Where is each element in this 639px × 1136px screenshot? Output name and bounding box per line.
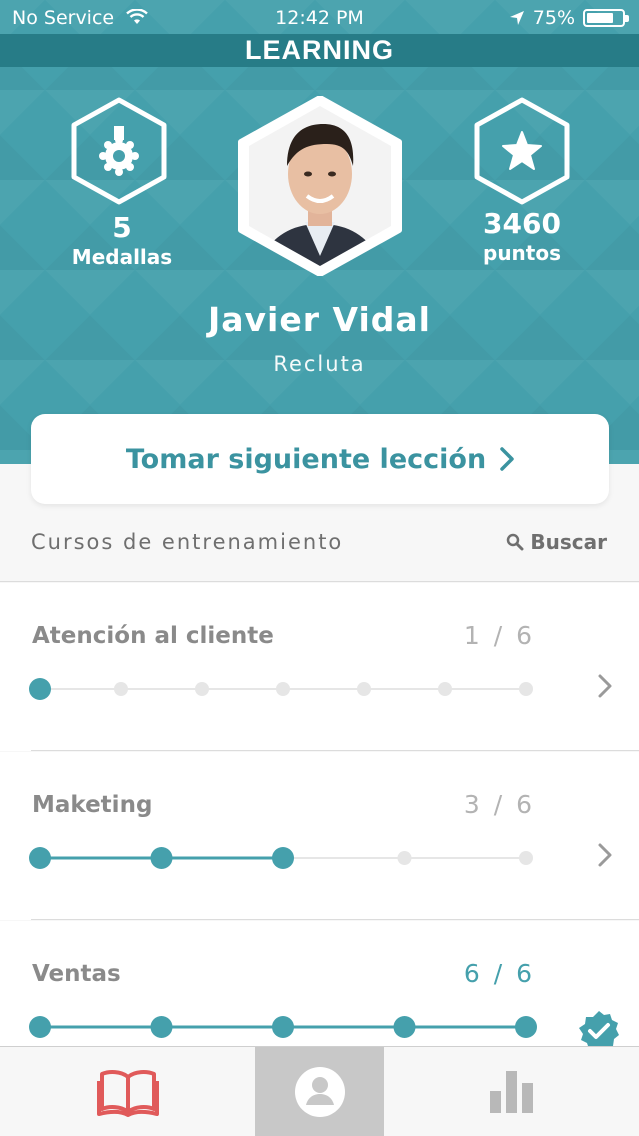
step-dot-complete bbox=[272, 1016, 294, 1038]
user-name: Javier Vidal bbox=[208, 300, 431, 339]
course-progress-track bbox=[29, 1016, 537, 1038]
battery-percent: 75% bbox=[532, 7, 575, 29]
status-bar: No Service 12:42 PM 75% bbox=[0, 0, 639, 36]
search-label: Buscar bbox=[530, 530, 607, 554]
points-count: 3460 bbox=[483, 207, 561, 240]
step-dot-complete bbox=[150, 1016, 173, 1038]
next-lesson-label: Tomar siguiente lección bbox=[125, 443, 487, 475]
step-dot-complete bbox=[150, 847, 173, 869]
medals-label: Medallas bbox=[71, 245, 173, 269]
course-title: Ventas bbox=[32, 961, 121, 987]
step-dot-complete bbox=[272, 847, 294, 869]
divider bbox=[31, 919, 639, 920]
points-label: puntos bbox=[483, 241, 561, 265]
step-dot-complete bbox=[29, 1016, 51, 1038]
step-dot-pending bbox=[276, 682, 290, 696]
points-stat: 3460 puntos bbox=[452, 208, 592, 266]
course-progress-text: 3 / 6 bbox=[463, 790, 535, 819]
course-title: Atención al cliente bbox=[32, 623, 274, 649]
divider bbox=[31, 750, 639, 751]
course-progress-text: 1 / 6 bbox=[463, 621, 535, 650]
step-dot-complete bbox=[515, 1016, 537, 1038]
step-dot-pending bbox=[195, 682, 209, 696]
location-arrow-icon bbox=[509, 11, 524, 25]
courses-header: Cursos de entrenamiento Buscar bbox=[0, 520, 639, 582]
battery-status: 75% bbox=[509, 7, 629, 29]
medals-stat: 5 Medallas bbox=[52, 212, 192, 270]
chevron-right-icon bbox=[598, 674, 612, 698]
profile-header: No Service 12:42 PM 75% LEARNING 5 Medal… bbox=[0, 0, 639, 464]
next-lesson-button[interactable]: Tomar siguiente lección bbox=[31, 414, 609, 504]
course-progress-track bbox=[29, 847, 533, 869]
avatar[interactable] bbox=[237, 96, 403, 276]
course-progress-track bbox=[29, 678, 533, 700]
step-dot-pending bbox=[357, 682, 371, 696]
step-dot-pending bbox=[438, 682, 452, 696]
profile-icon bbox=[294, 1067, 345, 1117]
user-rank: Recluta bbox=[273, 352, 366, 376]
medals-count: 5 bbox=[112, 211, 132, 244]
step-dot-pending bbox=[519, 682, 533, 696]
step-dot-complete bbox=[29, 678, 51, 700]
step-dot-complete bbox=[393, 1016, 416, 1038]
battery-fill bbox=[587, 13, 613, 23]
medal-icon[interactable] bbox=[68, 96, 170, 206]
search-icon bbox=[507, 533, 524, 551]
course-title: Maketing bbox=[32, 792, 153, 818]
tab-profile[interactable] bbox=[255, 1047, 384, 1136]
tab-stats[interactable] bbox=[384, 1047, 639, 1136]
course-row[interactable]: Maketing 3 / 6 bbox=[0, 752, 639, 920]
app-title: LEARNING bbox=[0, 34, 639, 67]
bar-chart-icon bbox=[489, 1071, 533, 1113]
book-icon bbox=[96, 1070, 159, 1117]
step-dot-pending bbox=[397, 851, 412, 865]
chevron-right-icon bbox=[500, 447, 514, 471]
step-dot-complete bbox=[29, 847, 51, 869]
courses-section-label: Cursos de entrenamiento bbox=[31, 530, 344, 554]
chevron-right-icon bbox=[598, 843, 612, 867]
course-row[interactable]: Atención al cliente 1 / 6 bbox=[0, 583, 639, 751]
battery-icon bbox=[583, 9, 629, 27]
star-icon[interactable] bbox=[471, 96, 573, 206]
step-dot-pending bbox=[114, 682, 128, 696]
step-dot-pending bbox=[519, 851, 533, 865]
course-progress-text: 6 / 6 bbox=[463, 959, 535, 988]
search-button[interactable]: Buscar bbox=[506, 530, 607, 554]
tab-courses[interactable] bbox=[0, 1047, 255, 1136]
tab-bar bbox=[0, 1046, 639, 1136]
